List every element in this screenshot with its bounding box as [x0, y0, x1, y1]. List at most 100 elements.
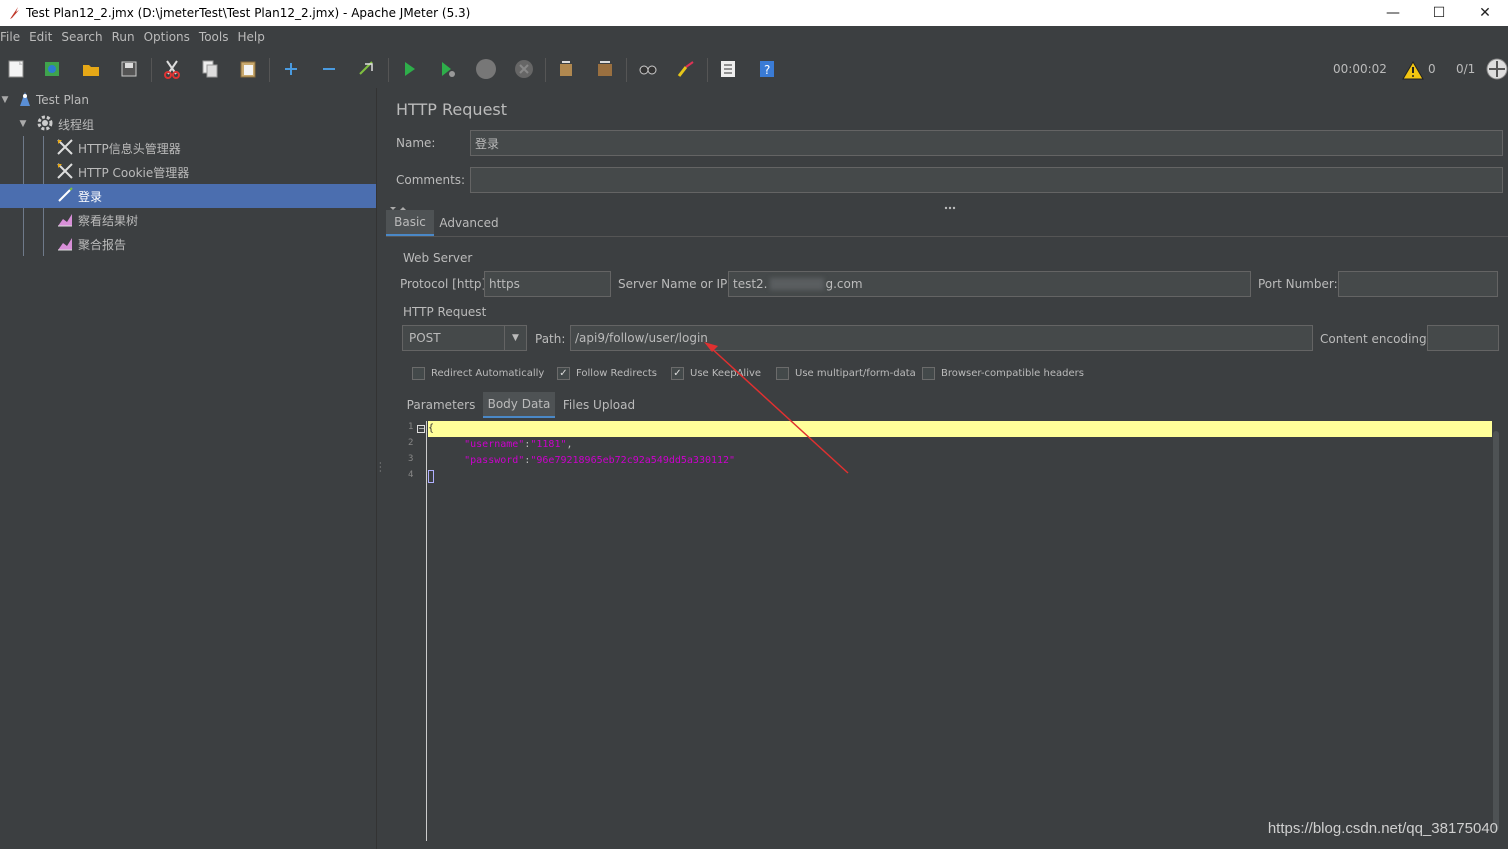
svg-text:?: ?	[764, 63, 770, 77]
function-helper-icon[interactable]	[716, 57, 740, 81]
use-multipart-checkbox[interactable]: Use multipart/form-data	[776, 367, 916, 380]
remote-status-icon	[1485, 57, 1508, 81]
tree-item-label: HTTP信息头管理器	[78, 141, 181, 156]
sampler-pen-icon	[56, 186, 74, 207]
http-request-section-title: HTTP Request	[403, 305, 487, 319]
redacted-blur	[769, 278, 824, 290]
toolbar: ? 00:00:02 0 0/1	[0, 50, 1508, 88]
start-icon[interactable]	[397, 57, 421, 81]
menu-tools[interactable]: Tools	[199, 30, 229, 44]
tree-item-label: 线程组	[58, 117, 95, 132]
redirect-automatically-checkbox[interactable]: Redirect Automatically	[412, 367, 544, 380]
port-input[interactable]	[1338, 271, 1498, 297]
tree-item-label: HTTP Cookie管理器	[78, 165, 190, 180]
search-binoculars-icon[interactable]	[636, 57, 660, 81]
tree-item-aggregate-report[interactable]: 聚合报告	[0, 232, 376, 256]
name-input[interactable]: 登录	[470, 130, 1503, 156]
code-area[interactable]: { "username":"1181", "password":"96e7921…	[428, 421, 1492, 841]
help-icon[interactable]: ?	[755, 57, 779, 81]
body-data-editor[interactable]: 1 − 2 3 4 { "username":"1181", "password…	[400, 421, 1492, 841]
server-name-label: Server Name or IP:	[618, 277, 732, 291]
menu-help[interactable]: Help	[237, 30, 264, 44]
chart-listener-icon	[56, 210, 74, 231]
comments-input[interactable]	[470, 167, 1503, 193]
watermark: https://blog.csdn.net/qq_38175040	[1267, 820, 1498, 837]
save-icon[interactable]	[117, 57, 141, 81]
line-number-gutter: 1 − 2 3 4	[400, 421, 427, 841]
tab-parameters[interactable]: Parameters	[402, 392, 480, 418]
server-name-input[interactable]: test2. g.com	[728, 271, 1251, 297]
web-server-title: Web Server	[403, 251, 473, 265]
menu-file[interactable]: File	[0, 30, 20, 44]
paste-icon[interactable]	[236, 57, 260, 81]
fold-icon[interactable]: −	[417, 425, 425, 433]
new-icon[interactable]	[4, 57, 28, 81]
path-input[interactable]: /api9/follow/user/login	[570, 325, 1313, 351]
username-value: "1181"	[530, 439, 567, 450]
chevron-down-icon[interactable]: ▼	[504, 326, 526, 350]
checkbox-unchecked-icon	[776, 367, 789, 380]
code-line-3: "password":"96e79218965eb72c92a549dd5a33…	[464, 455, 736, 466]
expand-icon[interactable]	[279, 57, 303, 81]
tree-item-cookie-manager[interactable]: HTTP Cookie管理器	[0, 160, 376, 184]
checkbox-unchecked-icon	[412, 367, 425, 380]
shutdown-icon[interactable]	[512, 57, 536, 81]
toggle-icon[interactable]	[355, 57, 379, 81]
tab-files-upload[interactable]: Files Upload	[558, 392, 640, 418]
menu-search[interactable]: Search	[61, 30, 102, 44]
port-label: Port Number:	[1258, 277, 1338, 291]
tree-item-label: Test Plan	[36, 93, 89, 107]
tree-item-thread-group[interactable]: ▼ 线程组	[0, 112, 376, 136]
templates-icon[interactable]	[40, 57, 64, 81]
reset-search-broom-icon[interactable]	[674, 57, 698, 81]
jmeter-feather-icon	[6, 5, 22, 21]
close-button[interactable]: ✕	[1462, 0, 1508, 26]
tree-item-test-plan[interactable]: ▼ Test Plan	[0, 88, 376, 112]
follow-redirects-checkbox[interactable]: ✓ Follow Redirects	[557, 367, 657, 380]
open-brace: {	[428, 423, 435, 434]
browser-compatible-checkbox[interactable]: Browser-compatible headers	[922, 367, 1084, 380]
protocol-input[interactable]: https	[484, 271, 611, 297]
menu-run[interactable]: Run	[112, 30, 135, 44]
http-request-panel: HTTP Request Name: 登录 Comments: Basic Ad…	[386, 88, 1508, 849]
tree-item-results-tree[interactable]: 察看结果树	[0, 208, 376, 232]
tools-icon	[56, 138, 74, 159]
method-value: POST	[409, 331, 441, 345]
checkbox-label: Browser-compatible headers	[941, 368, 1084, 379]
minimize-button[interactable]: —	[1370, 0, 1416, 26]
menu-edit[interactable]: Edit	[29, 30, 52, 44]
stop-icon[interactable]	[474, 57, 498, 81]
tab-basic[interactable]: Basic	[386, 210, 434, 236]
collapse-icon[interactable]	[317, 57, 341, 81]
clear-icon[interactable]	[554, 57, 578, 81]
expand-arrow-icon[interactable]: ▼	[0, 95, 10, 105]
tab-advanced[interactable]: Advanced	[438, 210, 500, 236]
line-number: 1	[408, 422, 414, 432]
splitter-grip-icon[interactable]: · · ·	[379, 460, 383, 476]
scrollbar-thumb[interactable]	[1493, 431, 1499, 831]
tab-body-data[interactable]: Body Data	[483, 392, 555, 418]
gear-icon	[36, 114, 54, 135]
tree-item-login-sampler[interactable]: 登录	[0, 184, 376, 208]
maximize-button[interactable]: ☐	[1416, 0, 1462, 26]
checkbox-label: Use KeepAlive	[690, 368, 762, 379]
start-no-pauses-icon[interactable]	[435, 57, 459, 81]
content-encoding-input[interactable]	[1427, 325, 1499, 351]
clear-all-icon[interactable]	[593, 57, 617, 81]
checkmark-icon: ✓	[557, 367, 570, 380]
editor-scrollbar[interactable]	[1492, 421, 1500, 841]
use-keepalive-checkbox[interactable]: ✓ Use KeepAlive	[671, 367, 761, 380]
method-select[interactable]: POST ▼	[402, 325, 527, 351]
copy-icon[interactable]	[198, 57, 222, 81]
elapsed-timer: 00:00:02	[1333, 62, 1387, 76]
menu-options[interactable]: Options	[144, 30, 190, 44]
title-bar: Test Plan12_2.jmx (D:\jmeterTest\Test Pl…	[0, 0, 1508, 26]
open-icon[interactable]	[79, 57, 103, 81]
horizontal-splitter[interactable]	[386, 201, 1508, 210]
warning-icon[interactable]	[1401, 58, 1425, 82]
cut-icon[interactable]	[160, 57, 184, 81]
tree-item-header-manager[interactable]: HTTP信息头管理器	[0, 136, 376, 160]
expand-arrow-icon[interactable]: ▼	[18, 119, 28, 129]
warning-count: 0	[1428, 62, 1436, 76]
code-line-2: "username":"1181",	[464, 439, 573, 450]
